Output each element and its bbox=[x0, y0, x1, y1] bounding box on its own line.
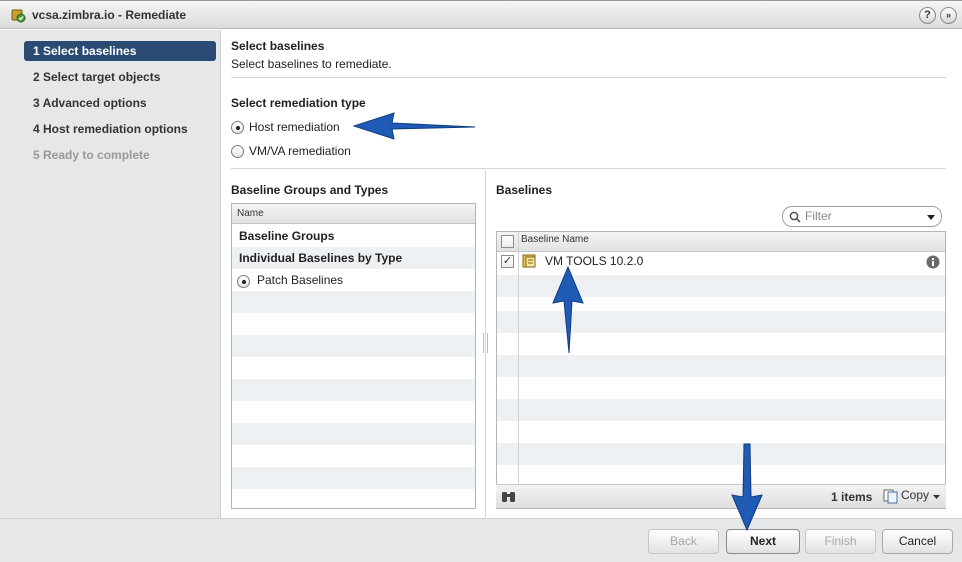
vmva-remediation-radio[interactable] bbox=[231, 145, 244, 158]
filter-placeholder: Filter bbox=[805, 209, 832, 223]
baseline-name-cell[interactable]: VM TOOLS 10.2.0 bbox=[545, 254, 643, 268]
cancel-button[interactable]: Cancel bbox=[882, 529, 953, 554]
patch-baselines-label[interactable]: Patch Baselines bbox=[257, 273, 343, 287]
baselines-grid bbox=[496, 231, 946, 509]
copy-icon bbox=[883, 489, 898, 504]
select-all-checkbox[interactable] bbox=[501, 235, 514, 248]
nav-step-select-target-objects[interactable]: 2 Select target objects bbox=[24, 67, 216, 87]
copy-dropdown-icon[interactable] bbox=[933, 495, 940, 499]
vsphere-update-icon bbox=[11, 9, 26, 23]
nav-step-host-remediation-options[interactable]: 4 Host remediation options bbox=[24, 119, 216, 139]
host-remediation-label[interactable]: Host remediation bbox=[249, 120, 340, 134]
baseline-groups-grid: Name Baseline Groups Individual Baseline… bbox=[231, 203, 476, 509]
filter-input[interactable]: Filter bbox=[782, 206, 942, 227]
baseline-name-column[interactable]: Baseline Name bbox=[521, 234, 589, 245]
remediation-type-heading: Select remediation type bbox=[231, 96, 366, 110]
nav-step-ready-to-complete: 5 Ready to complete bbox=[33, 148, 150, 162]
window-title: vcsa.zimbra.io - Remediate bbox=[32, 8, 187, 22]
header-divider bbox=[231, 77, 946, 78]
grid-column-divider bbox=[518, 232, 519, 484]
copy-button[interactable]: Copy bbox=[901, 488, 929, 502]
nav-step-advanced-options[interactable]: 3 Advanced options bbox=[24, 93, 216, 113]
back-button[interactable]: Back bbox=[648, 529, 719, 554]
groups-column-header[interactable]: Name bbox=[232, 204, 475, 224]
patch-baseline-icon bbox=[522, 254, 536, 268]
binoculars-icon[interactable] bbox=[501, 490, 516, 503]
vmva-remediation-label[interactable]: VM/VA remediation bbox=[249, 144, 351, 158]
finish-button[interactable]: Finish bbox=[805, 529, 876, 554]
baseline-groups-row[interactable]: Baseline Groups bbox=[239, 229, 334, 243]
wizard-button-bar: Back Next Finish Cancel bbox=[0, 518, 962, 562]
groups-column-name: Name bbox=[237, 208, 264, 219]
individual-baselines-row[interactable]: Individual Baselines by Type bbox=[239, 251, 402, 265]
patch-baselines-radio[interactable] bbox=[237, 275, 250, 288]
baselines-panel-heading: Baselines bbox=[496, 183, 553, 197]
baseline-row-checkbox[interactable]: ✓ bbox=[501, 255, 514, 268]
help-button[interactable]: ? bbox=[919, 7, 936, 24]
splitter-handle[interactable] bbox=[483, 333, 488, 353]
window-titlebar: vcsa.zimbra.io - Remediate ? » bbox=[0, 0, 962, 29]
search-icon bbox=[789, 211, 801, 223]
host-remediation-radio[interactable] bbox=[231, 121, 244, 134]
groups-panel-heading: Baseline Groups and Types bbox=[231, 183, 389, 197]
item-count: 1 items bbox=[831, 490, 873, 504]
chevron-down-icon[interactable] bbox=[927, 215, 935, 220]
wizard-steps-nav: 1 Select baselines 2 Select target objec… bbox=[0, 30, 221, 518]
baselines-grid-footer: 1 items Copy bbox=[496, 484, 946, 508]
next-button[interactable]: Next bbox=[726, 529, 800, 554]
page-subtitle: Select baselines to remediate. bbox=[231, 57, 392, 71]
remediation-divider bbox=[231, 168, 946, 169]
nav-step-select-baselines[interactable]: 1 Select baselines bbox=[24, 41, 216, 61]
info-icon[interactable] bbox=[926, 255, 940, 269]
expand-menu-button[interactable]: » bbox=[940, 7, 957, 24]
page-title: Select baselines bbox=[231, 39, 325, 53]
